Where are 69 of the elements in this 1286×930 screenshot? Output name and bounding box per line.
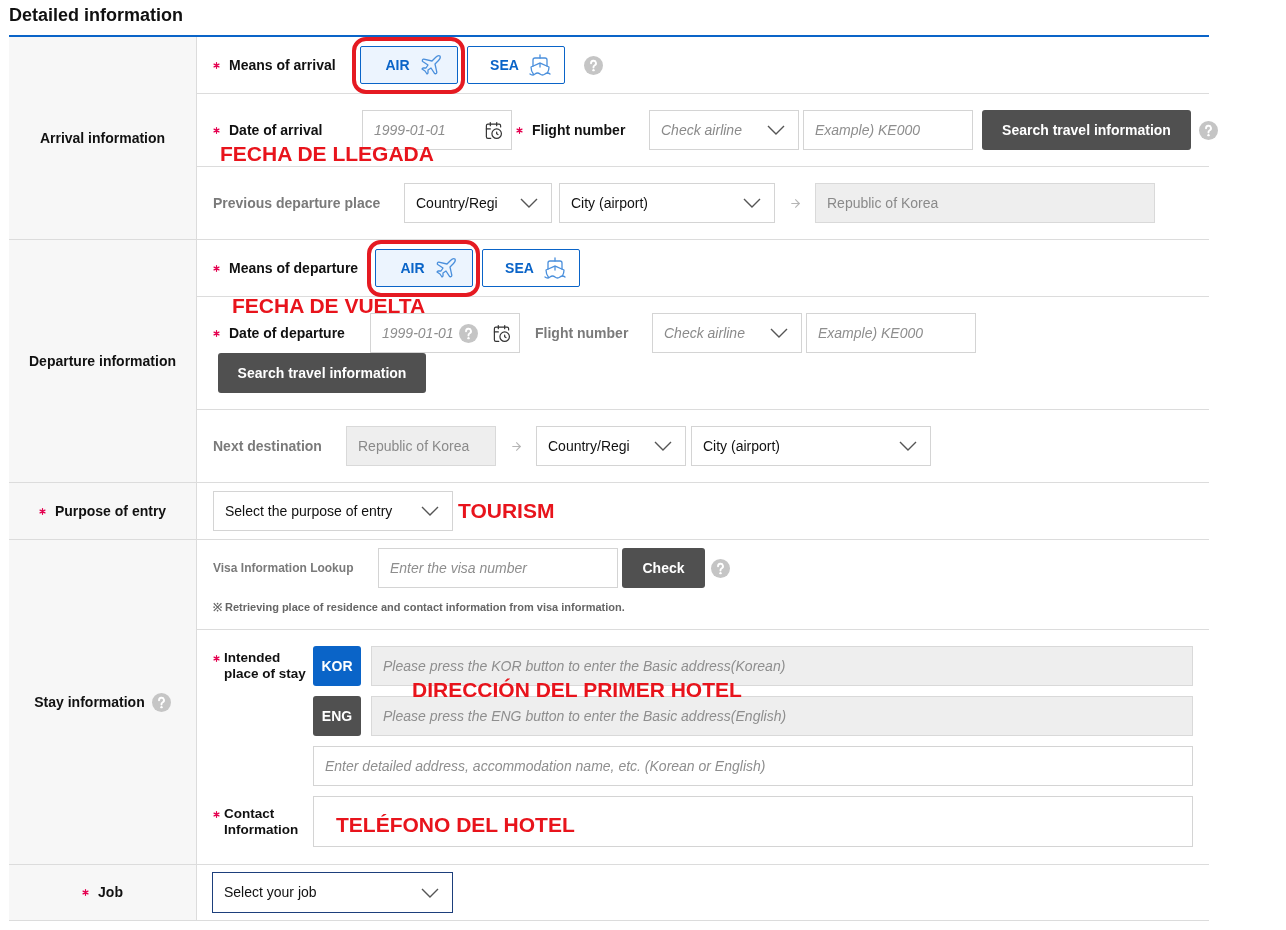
field-label: Intended place of stay	[224, 650, 307, 682]
required-asterisk-icon	[213, 264, 220, 272]
field-label: Visa Information Lookup	[213, 560, 354, 577]
field-label: Date of arrival	[229, 120, 323, 140]
city-select[interactable]: City (airport)	[691, 426, 931, 466]
field-label: Contact Information	[224, 806, 300, 838]
help-icon[interactable]	[151, 692, 171, 712]
required-asterisk-icon	[38, 507, 46, 515]
check-button[interactable]: Check	[622, 548, 705, 588]
chevron-down-icon	[421, 506, 439, 516]
required-asterisk-icon	[213, 329, 220, 337]
field-label: Flight number	[535, 323, 629, 343]
calendar-clock-icon	[484, 120, 503, 140]
country-select[interactable]: Country/Regi	[536, 426, 686, 466]
help-icon[interactable]	[584, 55, 603, 75]
chevron-down-icon	[520, 198, 538, 208]
row-heading: Purpose of entry	[54, 501, 167, 521]
visa-number-field[interactable]: Enter the visa number	[378, 548, 618, 588]
field-label: Means of arrival	[229, 55, 336, 75]
date-field[interactable]: 1999-01-01	[370, 313, 520, 353]
air-option[interactable]: AIR	[360, 46, 458, 84]
row-heading: Departure information	[29, 351, 176, 371]
field-label: Date of departure	[229, 323, 345, 343]
air-option[interactable]: AIR	[375, 249, 473, 287]
search-travel-button[interactable]: Search travel information	[982, 110, 1191, 150]
chevron-down-icon	[767, 125, 785, 135]
contact-field[interactable]	[313, 796, 1193, 847]
ship-icon	[542, 256, 567, 280]
help-icon[interactable]	[711, 558, 730, 578]
chevron-down-icon	[770, 328, 788, 338]
section-title: Detailed information	[9, 4, 183, 26]
field-label: Flight number	[532, 120, 626, 140]
required-asterisk-icon	[213, 811, 220, 818]
required-asterisk-icon	[213, 61, 220, 69]
visa-note: ※ Retrieving place of residence and contact information from visa information.	[213, 600, 625, 615]
field-label: Previous departure place	[213, 193, 381, 213]
city-select[interactable]: City (airport)	[559, 183, 775, 223]
purpose-select[interactable]: Select the purpose of entry	[213, 491, 453, 531]
chevron-down-icon	[421, 887, 439, 898]
ship-icon	[527, 53, 552, 77]
chevron-down-icon	[899, 441, 917, 451]
field-label: Next destination	[213, 436, 322, 456]
help-icon[interactable]	[1199, 120, 1218, 140]
airline-select[interactable]: Check airline	[652, 313, 802, 353]
airline-select[interactable]: Check airline	[649, 110, 799, 150]
country-select[interactable]: Country/Regi	[404, 183, 552, 223]
sea-option[interactable]: SEA	[467, 46, 565, 84]
flight-number-field[interactable]: Example) KE000	[806, 313, 976, 353]
detail-address-field[interactable]: Enter detailed address, accommodation name, etc. (Korean or English)	[313, 746, 1193, 786]
row-heading: Job	[98, 883, 123, 902]
required-asterisk-icon	[82, 889, 90, 896]
chevron-down-icon	[654, 441, 672, 451]
row-heading: Arrival information	[39, 128, 166, 148]
field-label: Means of departure	[229, 258, 359, 278]
flight-number-field[interactable]: Example) KE000	[803, 110, 973, 150]
required-asterisk-icon	[213, 655, 220, 662]
annotation-text: TOURISM	[458, 499, 555, 523]
arrow-right-icon	[789, 196, 802, 210]
annotation-text: TELÉFONO DEL HOTEL	[336, 813, 575, 837]
required-asterisk-icon	[213, 126, 220, 134]
arrow-right-icon	[510, 439, 523, 453]
search-travel-button[interactable]: Search travel information	[218, 353, 426, 393]
sea-option[interactable]: SEA	[482, 249, 580, 287]
job-select[interactable]: Select your job	[212, 872, 453, 913]
row-heading: Stay information	[34, 692, 145, 712]
calendar-clock-icon	[492, 323, 511, 343]
required-asterisk-icon	[516, 126, 523, 134]
chevron-down-icon	[743, 198, 761, 208]
help-icon[interactable]	[458, 323, 478, 343]
